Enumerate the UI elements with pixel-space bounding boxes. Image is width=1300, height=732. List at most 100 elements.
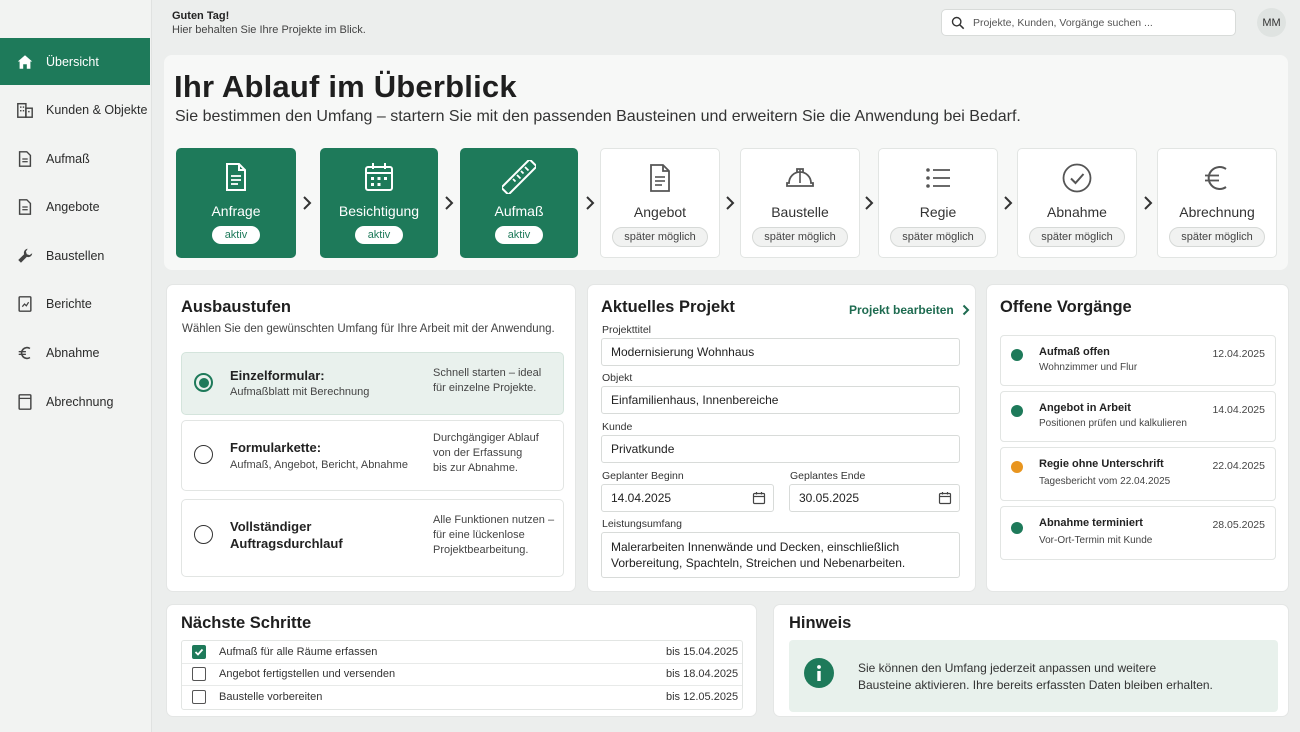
field-label: Projekttitel xyxy=(602,324,652,336)
vorgang-item[interactable]: Abnahme terminiert Vor-Ort-Termin mit Ku… xyxy=(1000,506,1276,560)
chevron-right-icon xyxy=(865,196,874,210)
ausbaustufen-card: Ausbaustufen Wählen Sie den gewünschten … xyxy=(166,284,576,592)
step-status-badge: später möglich xyxy=(890,227,986,247)
check-circle-icon xyxy=(1018,161,1136,197)
checkbox[interactable] xyxy=(192,690,206,705)
sidebar-item-aufmass[interactable]: Aufmaß xyxy=(0,135,152,182)
step-regie[interactable]: Regie später möglich xyxy=(878,148,998,258)
field-label: Objekt xyxy=(602,372,633,384)
field-label: Geplanter Beginn xyxy=(602,470,684,482)
kunde-field[interactable]: Privatkunde xyxy=(601,435,960,463)
leistungsumfang-textarea[interactable]: Malerarbeiten Innenwände und Decken, ein… xyxy=(601,532,960,578)
document-icon xyxy=(601,161,719,197)
step-baustelle[interactable]: Baustelle später möglich xyxy=(740,148,860,258)
vorgang-date: 28.05.2025 xyxy=(1212,519,1265,531)
card-title: Ausbaustufen xyxy=(181,298,292,316)
step-label: Aufmaß xyxy=(494,203,544,219)
chevron-right-icon xyxy=(586,196,595,210)
step-abrechnung[interactable]: Abrechnung später möglich xyxy=(1157,148,1277,258)
ende-date-field[interactable]: 30.05.2025 xyxy=(789,484,960,512)
sidebar-item-abrechnung[interactable]: Abrechnung xyxy=(0,378,152,425)
chevron-right-icon xyxy=(1144,196,1153,210)
sidebar-item-uebersicht[interactable]: Übersicht xyxy=(0,38,150,85)
vorgang-date: 14.04.2025 xyxy=(1212,404,1265,416)
option-vollstaendig[interactable]: Vollständiger Auftragsdurchlauf Alle Fun… xyxy=(181,499,564,577)
field-label: Geplantes Ende xyxy=(790,470,866,482)
option-formularkette[interactable]: Formularkette: Aufmaß, Angebot, Bericht,… xyxy=(181,420,564,491)
chevron-right-icon xyxy=(726,196,735,210)
option-title: Formularkette: xyxy=(230,440,322,455)
hint-line: Sie können den Umfang jederzeit anpassen… xyxy=(858,661,1157,675)
greeting: Guten Tag! Hier behalten Sie Ihre Projek… xyxy=(172,9,366,37)
sidebar-item-baustellen[interactable]: Baustellen xyxy=(0,232,152,279)
chevron-right-icon xyxy=(445,196,454,210)
workflow-overview: Ihr Ablauf im Überblick Sie bestimmen de… xyxy=(164,55,1288,270)
card-title: Aktuelles Projekt xyxy=(601,298,735,316)
naechste-schritte-card: Nächste Schritte Aufmaß für alle Räume e… xyxy=(166,604,757,717)
task-label: Baustelle vorbereiten xyxy=(219,691,323,704)
sidebar-item-angebote[interactable]: Angebote xyxy=(0,184,152,231)
chevron-right-icon xyxy=(1004,196,1013,210)
step-anfrage[interactable]: Anfrage aktiv xyxy=(176,148,296,258)
option-description-line: bis zur Abnahme. xyxy=(433,462,518,474)
sidebar-item-abnahme[interactable]: Abnahme xyxy=(0,330,152,377)
step-status-badge: später möglich xyxy=(752,227,848,247)
checkbox-checked[interactable] xyxy=(192,644,206,659)
field-label: Leistungsumfang xyxy=(602,518,682,530)
calendar-icon[interactable] xyxy=(752,491,766,505)
vorgang-item[interactable]: Angebot in Arbeit Positionen prüfen und … xyxy=(1000,391,1276,442)
radio-button[interactable] xyxy=(194,445,213,464)
status-dot xyxy=(1011,405,1023,417)
chevron-right-icon xyxy=(962,304,970,316)
vorgang-item[interactable]: Regie ohne Unterschrift Tagesbericht vom… xyxy=(1000,447,1276,501)
task-label: Angebot fertigstellen und versenden xyxy=(219,668,396,681)
step-aufmass[interactable]: Aufmaß aktiv xyxy=(460,148,578,258)
list-icon xyxy=(879,161,997,197)
vorgang-subtitle: Wohnzimmer und Flur xyxy=(1039,362,1138,373)
radio-button[interactable] xyxy=(194,525,213,544)
step-angebot[interactable]: Angebot später möglich xyxy=(600,148,720,258)
option-subtitle: Aufmaßblatt mit Berechnung xyxy=(230,386,370,398)
card-title: Nächste Schritte xyxy=(181,614,312,632)
step-status-badge: aktiv xyxy=(211,226,261,244)
radio-button[interactable] xyxy=(194,373,213,392)
beginn-date-field[interactable]: 14.04.2025 xyxy=(601,484,774,512)
sidebar-item-berichte[interactable]: Berichte xyxy=(0,281,152,328)
sidebar-item-label: Kunden & Objekte xyxy=(46,103,148,118)
report-icon xyxy=(16,295,34,313)
step-label: Abnahme xyxy=(1047,204,1107,220)
edit-project-link[interactable]: Projekt bearbeiten xyxy=(849,303,970,317)
vorgang-subtitle: Tagesbericht vom 22.04.2025 xyxy=(1039,476,1171,487)
sidebar-item-label: Aufmaß xyxy=(46,151,90,166)
date-value: 30.05.2025 xyxy=(799,491,860,505)
chevron-right-icon xyxy=(303,196,312,210)
building-icon xyxy=(16,101,34,119)
sidebar-item-label: Übersicht xyxy=(46,54,99,69)
option-description: Schnell starten – ideal für einzelne Pro… xyxy=(433,366,558,396)
search-box[interactable] xyxy=(941,9,1236,36)
date-value: 14.04.2025 xyxy=(611,491,672,505)
calendar-icon[interactable] xyxy=(938,491,952,505)
sidebar-item-label: Abrechnung xyxy=(46,394,114,409)
avatar[interactable]: MM xyxy=(1257,8,1286,37)
objekt-field[interactable]: Einfamilienhaus, Innenbereiche xyxy=(601,386,960,414)
step-label: Angebot xyxy=(633,204,687,220)
option-subtitle: Aufmaß, Angebot, Bericht, Abnahme xyxy=(230,459,408,471)
task-row: Aufmaß für alle Räume erfassen bis 15.04… xyxy=(182,641,742,664)
vorgang-title: Angebot in Arbeit xyxy=(1039,402,1131,414)
sidebar-item-kunden[interactable]: Kunden & Objekte xyxy=(0,87,152,134)
projekttitel-field[interactable]: Modernisierung Wohnhaus xyxy=(601,338,960,366)
step-abnahme[interactable]: Abnahme später möglich xyxy=(1017,148,1137,258)
sidebar-item-label: Abnahme xyxy=(46,346,100,361)
task-row: Angebot fertigstellen und versenden bis … xyxy=(182,664,742,686)
task-row: Baustelle vorbereiten bis 12.05.2025 xyxy=(182,686,742,709)
option-einzelformular[interactable]: Einzelformular: Aufmaßblatt mit Berechnu… xyxy=(181,352,564,415)
step-besichtigung[interactable]: Besichtigung aktiv xyxy=(320,148,438,258)
checkbox[interactable] xyxy=(192,667,206,682)
task-due: bis 15.04.2025 xyxy=(666,645,739,658)
option-description-line: von der Erfassung xyxy=(433,447,523,459)
search-input[interactable] xyxy=(973,16,1223,29)
vorgang-item[interactable]: Aufmaß offen Wohnzimmer und Flur 12.04.2… xyxy=(1000,335,1276,386)
option-description-line: für einzelne Projekte. xyxy=(433,382,537,394)
page-subtitle: Sie bestimmen den Umfang – startern Sie … xyxy=(175,108,1021,125)
